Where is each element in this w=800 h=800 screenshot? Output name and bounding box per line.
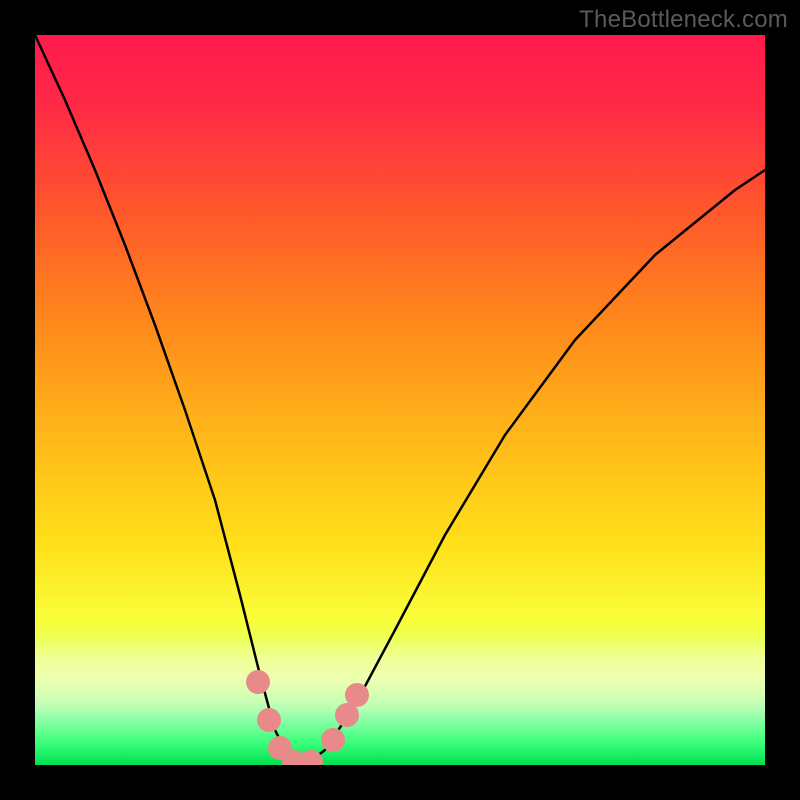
chart-highlight-band (35, 635, 765, 715)
watermark-text: TheBottleneck.com (579, 6, 788, 34)
